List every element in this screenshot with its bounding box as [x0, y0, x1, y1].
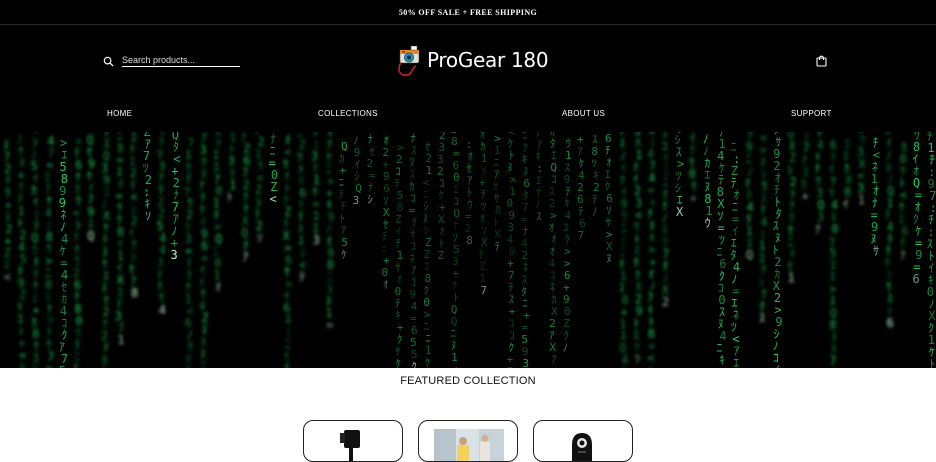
svg-text:3: 3 — [171, 248, 178, 262]
nav-collections[interactable]: COLLECTIONS — [318, 109, 378, 118]
svg-text:ﾁ: ﾁ — [284, 361, 290, 368]
svg-text:ｱ: ｱ — [243, 250, 249, 264]
svg-text:ｴ: ｴ — [73, 362, 79, 368]
svg-text:3: 3 — [313, 233, 320, 247]
product-card[interactable] — [418, 420, 518, 462]
webcam-icon — [572, 433, 592, 461]
announcement-bar: 50% OFF SALE + FREE SHIPPING — [0, 0, 936, 25]
svg-text:ﾅ: ﾅ — [101, 365, 107, 368]
announcement-text: 50% OFF SALE + FREE SHIPPING — [398, 7, 538, 17]
svg-text:Q: Q — [746, 248, 753, 262]
svg-text:ﾆ: ﾆ — [200, 359, 206, 368]
product-card[interactable] — [303, 420, 403, 462]
digital-rain-image: ﾇ72ﾁｳ+ﾇ2+Zｽ<ﾉｹﾀ+ﾂﾃ1ﾄ245ﾀ9Zｷｺﾄ+=ｼｴｺ4ｻｶｱ>ｼ… — [0, 132, 936, 368]
svg-text:1: 1 — [787, 271, 794, 285]
svg-text:ｼ: ｼ — [19, 360, 25, 368]
svg-text:4: 4 — [159, 303, 166, 317]
svg-text:2: 2 — [662, 295, 669, 309]
search-input[interactable] — [122, 55, 240, 67]
svg-text:<: < — [4, 270, 11, 284]
main-nav: HOME COLLECTIONS ABOUT US SUPPORT — [0, 109, 936, 123]
svg-text:+: + — [690, 191, 697, 205]
cart-icon[interactable] — [816, 55, 827, 67]
nav-support[interactable]: SUPPORT — [791, 109, 832, 118]
product-photo-icon — [434, 429, 504, 461]
brand-name: ProGear 180 — [427, 48, 549, 72]
svg-text:<: < — [269, 192, 276, 206]
nav-home[interactable]: HOME — [107, 109, 132, 118]
svg-text:ﾉ: ﾉ — [647, 363, 653, 368]
svg-text:>: > — [46, 362, 53, 368]
brand-logo[interactable]: ProGear 180 — [395, 42, 549, 78]
svg-text:ｽ: ｽ — [759, 311, 765, 325]
svg-text:ｲ: ｲ — [843, 197, 849, 211]
phone-gimbal-icon — [340, 430, 360, 461]
svg-text:ｷ: ｷ — [185, 364, 191, 368]
nav-about-us[interactable]: ABOUT US — [562, 109, 605, 118]
svg-text:ﾆ: ﾆ — [32, 363, 38, 368]
svg-text:ｿ: ｿ — [257, 231, 263, 245]
product-card[interactable] — [533, 420, 633, 462]
camera-logo-icon — [398, 45, 420, 76]
svg-text:ﾄ: ﾄ — [227, 190, 233, 204]
site-header: ProGear 180 HOME COLLECTIONS ABOUT US SU… — [0, 25, 936, 132]
search-bar[interactable] — [103, 55, 240, 67]
svg-text:Q: Q — [87, 229, 94, 243]
svg-text:1: 1 — [858, 193, 865, 207]
svg-text:ﾂ: ﾂ — [635, 352, 641, 366]
svg-text:5: 5 — [59, 364, 66, 368]
svg-text:ｻ: ｻ — [873, 244, 879, 258]
svg-text:ﾄ: ﾄ — [929, 357, 935, 368]
svg-text:X: X — [676, 205, 684, 219]
svg-text:ｳ: ｳ — [705, 216, 711, 230]
svg-text:ﾅ: ﾅ — [831, 366, 837, 368]
svg-text:<: < — [718, 365, 725, 368]
svg-text:+: + — [801, 189, 808, 203]
svg-text:1: 1 — [117, 333, 124, 347]
svg-text:ｴ: ｴ — [733, 356, 739, 368]
svg-text:8: 8 — [131, 286, 138, 300]
svg-text:ｵ: ｵ — [215, 280, 221, 294]
svg-text:ﾃ: ﾃ — [299, 270, 305, 284]
svg-text:6: 6 — [913, 272, 920, 286]
featured-collection-title: FEATURED COLLECTION — [400, 375, 536, 387]
svg-text:ｲ: ｲ — [774, 363, 780, 368]
svg-text:6: 6 — [887, 316, 894, 330]
svg-text:ﾅ: ﾅ — [900, 248, 906, 262]
search-icon[interactable] — [103, 56, 114, 67]
hero-banner: ﾇ72ﾁｳ+ﾇ2+Zｽ<ﾉｹﾀ+ﾂﾃ1ﾄ245ﾀ9Zｷｺﾄ+=ｼｴｺ4ｻｶｱ>ｼ… — [0, 132, 936, 368]
svg-text:ﾅ: ﾅ — [815, 222, 821, 236]
svg-text:ｿ: ｿ — [145, 209, 151, 223]
